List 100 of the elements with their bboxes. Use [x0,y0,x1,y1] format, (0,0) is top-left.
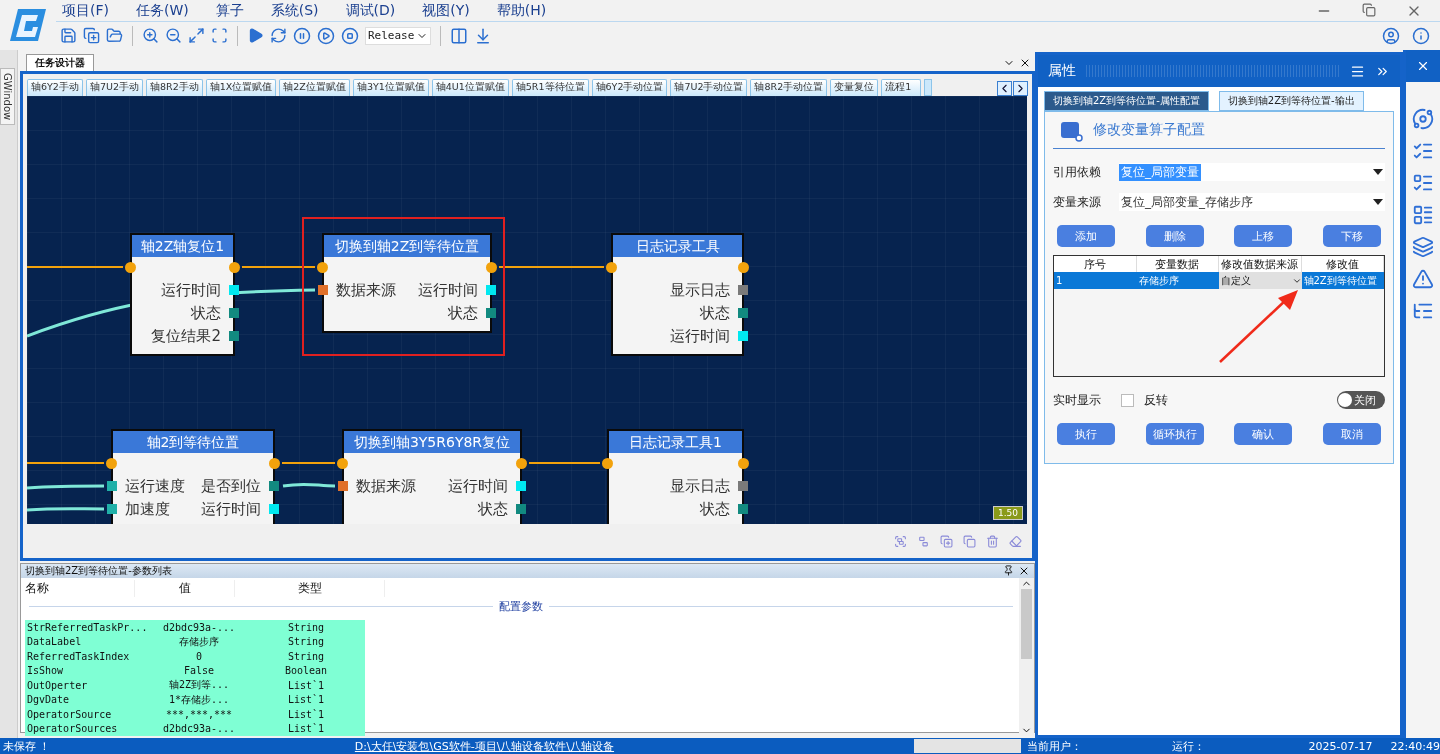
table-cell-text: 0 [195,650,203,662]
node-title: 轴2到等待位置 [113,431,273,453]
column-header: 值 [135,579,235,597]
table-cell-text: 1*存储步... [167,692,231,707]
menu-item[interactable]: 帮助(H) [496,1,547,20]
operator-tab[interactable]: 轴4U1位置赋值 [431,79,509,96]
user-label: 当前用户： [1026,738,1083,754]
port-label: 复位结果2 [151,327,222,346]
table-cell-text: Boolean [283,665,329,677]
action-button[interactable]: 循环执行 [1145,423,1204,445]
menu-item[interactable]: 项目(F) [62,1,109,20]
table-cell-text: DgvDate [26,694,71,706]
table-cell-text: d2bdc93a-... [161,723,237,735]
table-cell-text: d2bdc93a-... [161,621,237,633]
node-title: 切换到轴2Z到等待位置 [324,235,490,257]
path-link[interactable]: D:\大任\安装包\GS软件-项目\八轴设备软件\八轴设备 [354,738,914,754]
table-cell-text: DataLabel [26,636,83,648]
combo-cell[interactable]: 自定义 [1219,272,1302,289]
port-label: 数据来源 [335,281,396,300]
node-title: 切换到轴3Y5R6Y8R复位 [344,431,520,453]
operator-tab[interactable]: 轴7U2手动 [86,79,144,96]
run-label: 运行： [1172,738,1207,754]
table-cell-text: String [286,650,326,662]
grid-row[interactable]: 1 存储步序 自定义 轴2Z到等待位置 [1054,272,1384,289]
field-label: 变量来源 [1053,193,1102,211]
zoom-level: 1.50 [992,506,1023,520]
config-select[interactable]: Release [365,26,431,45]
save-status: 未保存 ！ [2,738,52,754]
port-label: 显示日志 [670,477,731,496]
node-title: 日志记录工具1 [609,431,742,453]
table-cell-text: 存储步序 [1137,274,1180,288]
table-cell-text: 存储步序 [178,634,220,649]
group-label: 配置参数 [499,598,543,614]
port-label: 运行时间 [670,327,731,346]
operator-tab[interactable]: 轴8R2手动 [146,79,203,96]
panel-title: 属性 [1048,62,1076,80]
port-label: 是否到位 [201,477,262,496]
port-label: 状态 [448,304,479,323]
table-cell-text: String [286,636,326,648]
toggle-switch[interactable]: 关闭 [1337,391,1385,409]
table-cell-text: List`1 [286,679,326,691]
operator-tab[interactable]: 轴5R1等待位置 [511,79,589,96]
table-cell-text: String [286,621,326,633]
column-header: 名称 [25,579,135,597]
table-cell-text: StrReferredTaskPr... [26,621,149,633]
table-cell-text: IsShow [26,665,65,677]
operator-tab[interactable]: 轴7U2手动位置 [670,79,748,96]
port-label: 数据来源 [355,477,416,496]
field-label: 实时显示 [1053,391,1101,409]
select-field[interactable]: 复位_局部变量_存储步序 [1119,193,1385,211]
action-button[interactable]: 下移 [1322,225,1381,247]
date-text: 2025-07-17 [1308,739,1374,753]
port-label: 显示日志 [670,281,731,300]
operator-tab[interactable]: 轴1X位置赋值 [205,79,277,96]
panel-title: 切换到轴2Z到等待位置-参数列表 [25,564,172,578]
section-heading: 修改变量算子配置 [1093,121,1205,139]
table-cell-text: OperatorSources [26,723,119,735]
port-label: 运行时间 [418,281,479,300]
table-cell-text: False [182,665,216,677]
panel-tab[interactable]: 切换到轴2Z到等待位置-输出 [1218,91,1364,111]
table-cell-text: 1 [1055,274,1064,288]
table-cell-text: List`1 [286,708,326,720]
port-label: 运行时间 [161,281,222,300]
menu-item[interactable]: 视图(Y) [422,1,470,20]
action-button[interactable]: 删除 [1145,225,1204,247]
node-title: 日志记录工具 [613,235,742,257]
menu-item[interactable]: 调试(D) [345,1,396,20]
node-title: 轴2Z轴复位1 [132,235,233,257]
operator-tab[interactable]: 轴6Y2手动 [27,79,83,96]
table-cell-text: 轴2Z到等待位置 [1302,274,1378,288]
port-label: 状态 [700,500,731,519]
action-button[interactable]: 添加 [1057,225,1115,247]
operator-tab[interactable]: 轴8R2手动位置 [750,79,828,96]
action-button[interactable]: 取消 [1322,423,1381,445]
document-tab[interactable]: 任务设计器 [26,54,94,71]
port-label: 运行时间 [201,500,262,519]
side-tab[interactable]: GWindow [0,68,15,126]
operator-tab[interactable]: 轴6Y2手动位置 [591,79,668,96]
port-label: 状态 [478,500,509,519]
time-text: 22:40:49 [1390,739,1440,753]
table-cell-text: List`1 [286,694,326,706]
port-label: 运行速度 [124,477,185,496]
port-label: 加速度 [124,500,170,519]
operator-tab[interactable]: 流程1 [881,79,922,96]
menu-item[interactable]: 任务(W) [136,1,189,20]
menu-item[interactable]: 算子 [215,1,244,20]
table-cell-text: List`1 [286,723,326,735]
action-button[interactable]: 确认 [1234,423,1293,445]
field-label: 引用依赖 [1053,163,1102,181]
action-button[interactable]: 上移 [1234,225,1293,247]
operator-tab[interactable]: 变量复位 [830,79,879,96]
operator-tab[interactable]: 轴2Z位置赋值 [279,79,350,96]
action-button[interactable]: 执行 [1057,423,1115,445]
checkbox-label: 反转 [1144,391,1168,409]
panel-tab[interactable]: 切换到轴2Z到等待位置-属性配置 [1044,91,1209,111]
operator-tab[interactable]: 轴3Y1位置赋值 [352,79,429,96]
table-cell-text: OperatorSource [26,708,113,720]
table-cell-text: ***,***,*** [164,708,234,720]
table-cell-text: OutOperter [26,679,89,691]
menu-item[interactable]: 系统(S) [270,1,319,20]
